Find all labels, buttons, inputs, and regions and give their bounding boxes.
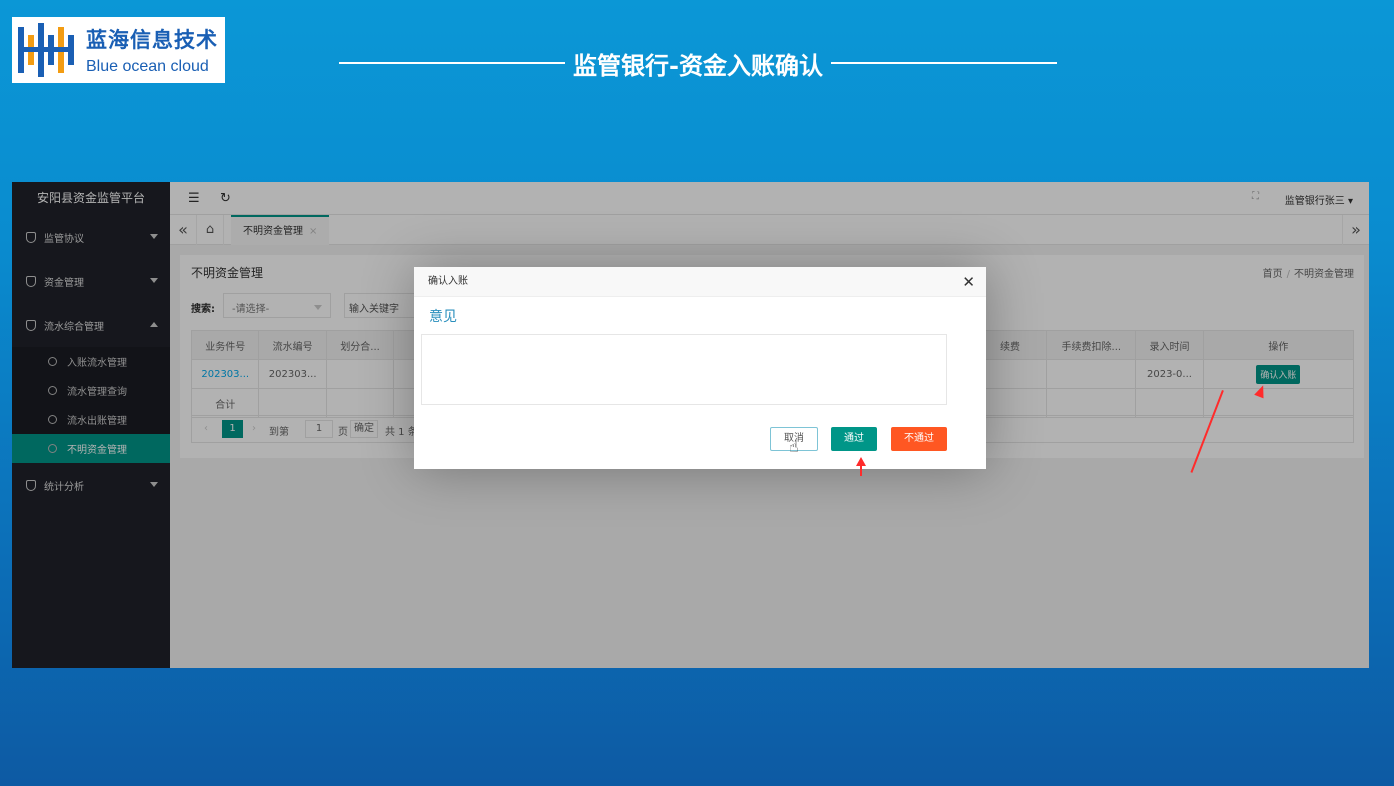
annotation-arrow-head [856, 457, 866, 466]
headline-title: 监管银行-资金入账确认 [573, 50, 823, 80]
close-icon[interactable]: ✕ [962, 267, 975, 297]
dialog-header: 确认入账 ✕ [414, 267, 986, 297]
logo-mark-icon [12, 17, 78, 83]
logo-en-text: Blue ocean cloud [86, 58, 209, 75]
logo-cn-text: 蓝海信息技术 [86, 27, 218, 52]
opinion-textarea[interactable] [421, 334, 947, 405]
headline-line-left [339, 62, 566, 64]
reject-button[interactable]: 不通过 [891, 427, 947, 451]
hand-cursor-icon: ☝ [789, 437, 799, 456]
pass-button[interactable]: 通过 [831, 427, 877, 451]
dialog-title: 确认入账 [428, 276, 468, 287]
company-logo: 蓝海信息技术 Blue ocean cloud [12, 17, 225, 83]
slide-headline: 监管银行-资金入账确认 [339, 45, 1057, 81]
confirm-entry-dialog: 确认入账 ✕ 意见 取消 通过 不通过 [414, 267, 986, 469]
opinion-label: 意见 [429, 309, 457, 325]
headline-line-right [830, 62, 1057, 64]
